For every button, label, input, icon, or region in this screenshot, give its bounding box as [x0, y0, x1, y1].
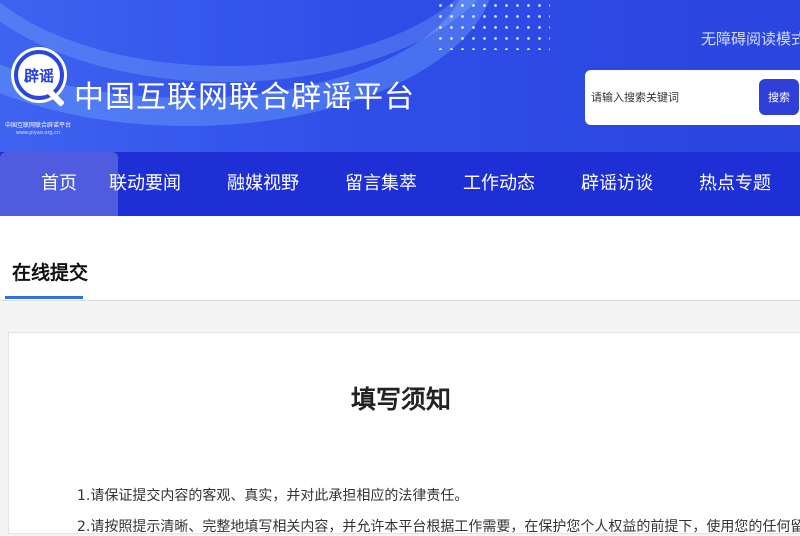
nav-item-media-vision[interactable]: 融媒视野	[204, 152, 322, 216]
main-nav: 首页 联动要闻 融媒视野 留言集萃 工作动态 辟谣访谈 热点专题	[0, 152, 800, 216]
logo-subtitle: 中国互联网联合辟谣平台	[4, 122, 71, 129]
tab-online-submit[interactable]: 在线提交	[12, 258, 88, 285]
notice-card: 填写须知 1.请保证提交内容的客观、真实，并对此承担相应的法律责任。 2.请按照…	[8, 332, 800, 535]
search-button[interactable]: 搜索	[759, 79, 799, 115]
section-tab-bar: 在线提交	[0, 216, 800, 301]
notice-title: 填写须知	[350, 385, 451, 414]
search-input[interactable]	[591, 84, 751, 110]
tab-active-underline	[5, 296, 83, 299]
nav-item-hot-topics[interactable]: 热点专题	[676, 152, 794, 216]
accessibility-mode-link[interactable]: 无障碍阅读模式	[701, 28, 800, 49]
site-logo[interactable]: 辟谣 中国互联网联合辟谣平台 www.piyao.org.cn	[5, 46, 71, 138]
nav-item-work-updates[interactable]: 工作动态	[440, 152, 558, 216]
logo-url: www.piyao.org.cn	[15, 130, 61, 136]
site-header: 无障碍阅读模式 辟谣 中国互联网联合辟谣平台 www.piyao.org.cn …	[0, 0, 800, 152]
nav-item-interviews[interactable]: 辟谣访谈	[558, 152, 676, 216]
logo-magnifier-icon: 辟谣	[14, 50, 64, 100]
search-box: 搜索	[585, 70, 800, 125]
site-title: 中国互联网联合辟谣平台	[74, 80, 415, 115]
nav-item-joint-news[interactable]: 联动要闻	[86, 152, 204, 216]
notice-item-2: 2.请按照提示清晰、完整地填写相关内容，并允许本平台根据工作需要，在保护您个人权…	[77, 519, 800, 535]
logo-mark: 辟谣	[23, 66, 54, 85]
nav-item-message-collection[interactable]: 留言集萃	[322, 152, 440, 216]
notice-item-1: 1.请保证提交内容的客观、真实，并对此承担相应的法律责任。	[77, 488, 469, 504]
header-dot-pattern	[435, 0, 550, 50]
